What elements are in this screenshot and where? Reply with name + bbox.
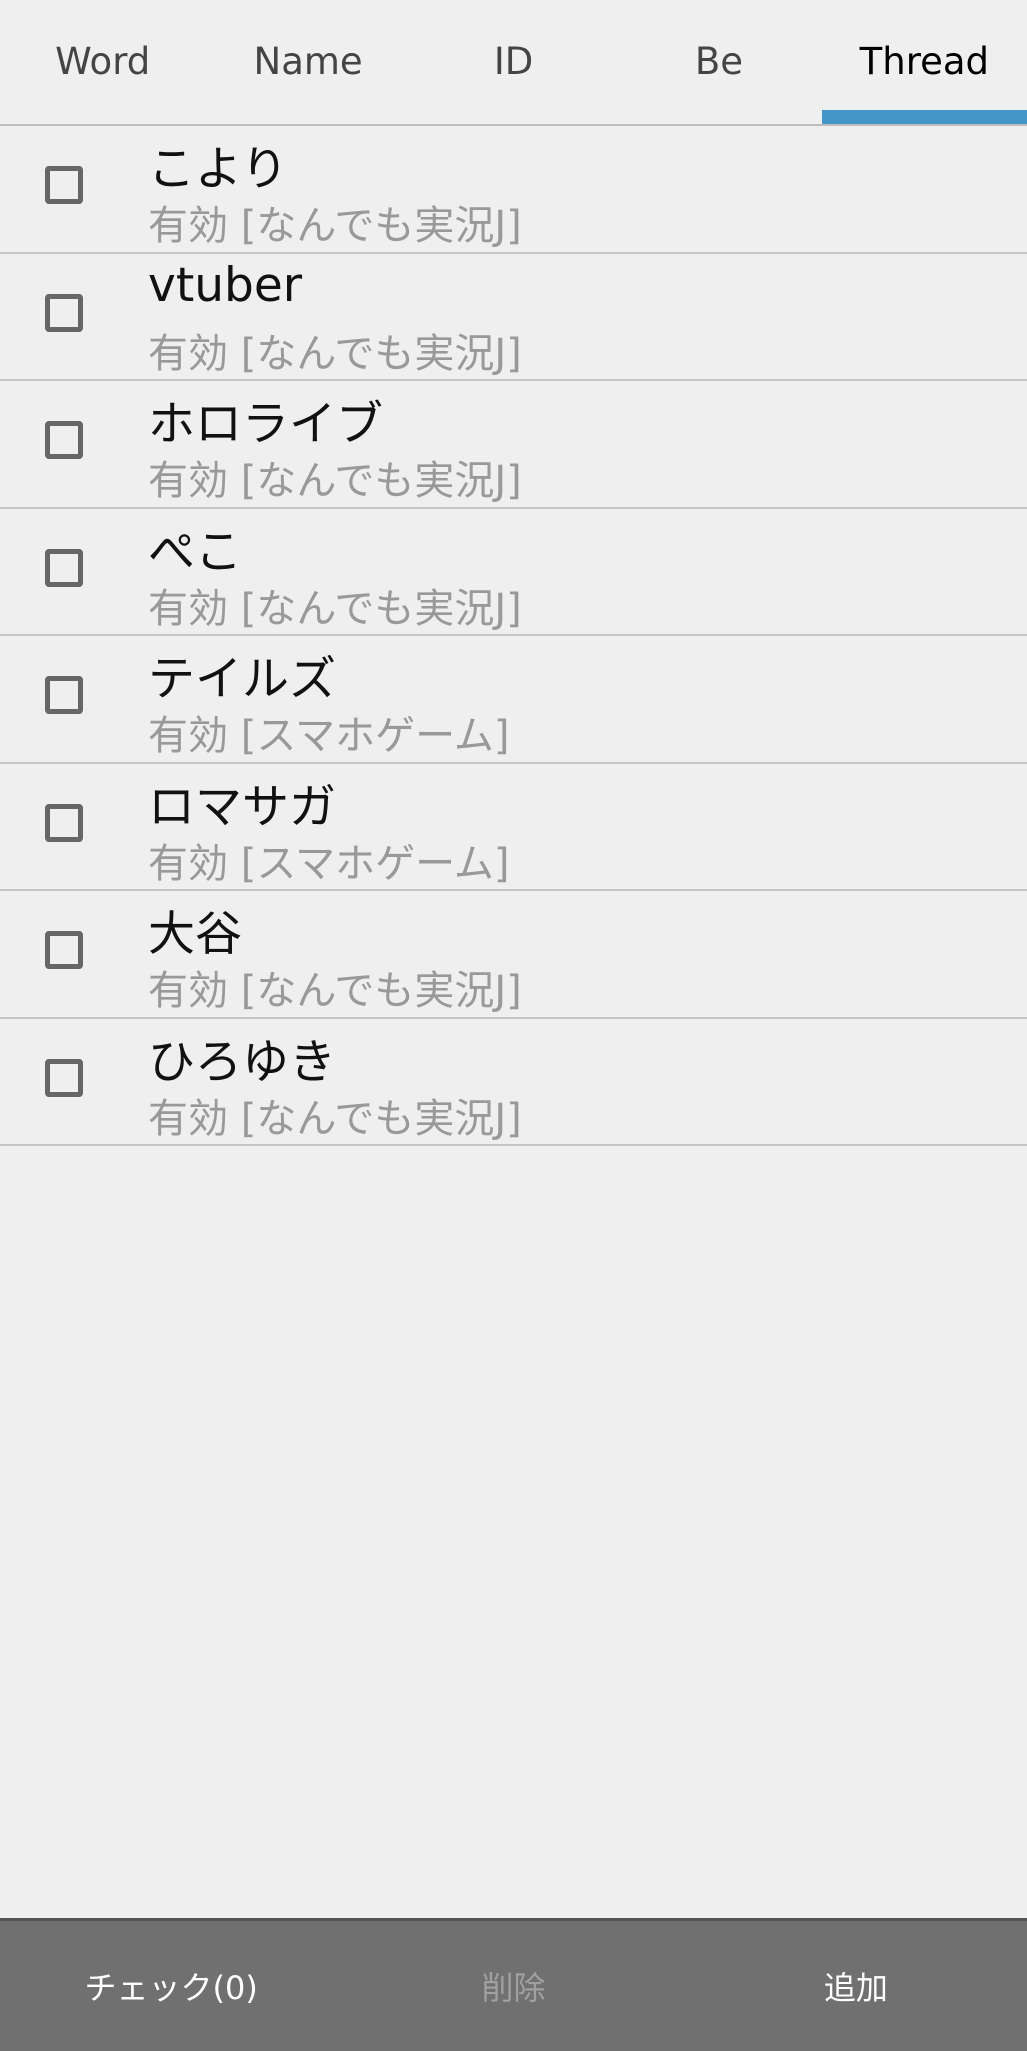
tab-label: Name [253,39,363,83]
item-subtitle: 有効 [なんでも実況J] [148,458,522,504]
checkbox[interactable] [45,676,83,714]
ng-thread-list: こより 有効 [なんでも実況J] vtuber 有効 [なんでも実況J] ホロラ… [0,126,1027,1146]
item-subtitle: 有効 [スマホゲーム] [148,713,510,759]
checkbox[interactable] [45,1058,83,1097]
delete-button[interactable]: 削除 [342,1921,684,2051]
item-title: ホロライブ [148,397,383,452]
checkbox[interactable] [45,166,83,204]
checkbox[interactable] [45,548,83,587]
item-subtitle: 有効 [なんでも実況J] [148,968,522,1014]
list-item[interactable]: ひろゆき 有効 [なんでも実況J] [0,1019,1027,1146]
tab-label: Be [694,39,743,83]
tab-id[interactable]: ID [411,0,616,124]
tab-label: ID [493,39,534,83]
item-subtitle: 有効 [スマホゲーム] [148,840,510,887]
list-item[interactable]: こより 有効 [なんでも実況J] [0,126,1027,254]
item-subtitle: 有効 [なんでも実況J] [148,585,522,632]
check-button[interactable]: チェック(0) [0,1921,342,2051]
list-item[interactable]: テイルズ 有効 [スマホゲーム] [0,636,1027,764]
add-button[interactable]: 追加 [685,1921,1027,2051]
item-title: 大谷 [148,907,242,962]
list-item[interactable]: ぺこ 有効 [なんでも実況J] [0,509,1027,636]
tab-label: Word [55,39,151,83]
checkbox[interactable] [45,803,83,842]
checkbox[interactable] [45,293,83,332]
tab-label: Thread [859,39,990,83]
item-title: vtuber [148,257,303,313]
list-item[interactable]: 大谷 有効 [なんでも実況J] [0,891,1027,1019]
item-title: ぺこ [148,524,242,580]
tab-bar: Word Name ID Be Thread [0,0,1027,126]
bottom-action-bar: チェック(0) 削除 追加 [0,1918,1027,2051]
active-tab-indicator [821,110,1027,124]
tab-word[interactable]: Word [0,0,205,124]
list-item[interactable]: ホロライブ 有効 [なんでも実況J] [0,381,1027,509]
item-title: ロマサガ [148,779,336,835]
item-title: こより [148,142,289,197]
checkbox[interactable] [45,931,83,969]
list-item[interactable]: ロマサガ 有効 [スマホゲーム] [0,764,1027,891]
item-subtitle: 有効 [なんでも実況J] [148,1095,522,1142]
item-title: テイルズ [148,652,336,707]
tab-thread[interactable]: Thread [821,0,1027,124]
item-title: ひろゆき [148,1034,336,1090]
item-subtitle: 有効 [なんでも実況J] [148,330,522,377]
tab-name[interactable]: Name [205,0,410,124]
list-item[interactable]: vtuber 有効 [なんでも実況J] [0,254,1027,381]
checkbox[interactable] [45,421,83,459]
tab-be[interactable]: Be [616,0,821,124]
item-subtitle: 有効 [なんでも実況J] [148,203,522,249]
